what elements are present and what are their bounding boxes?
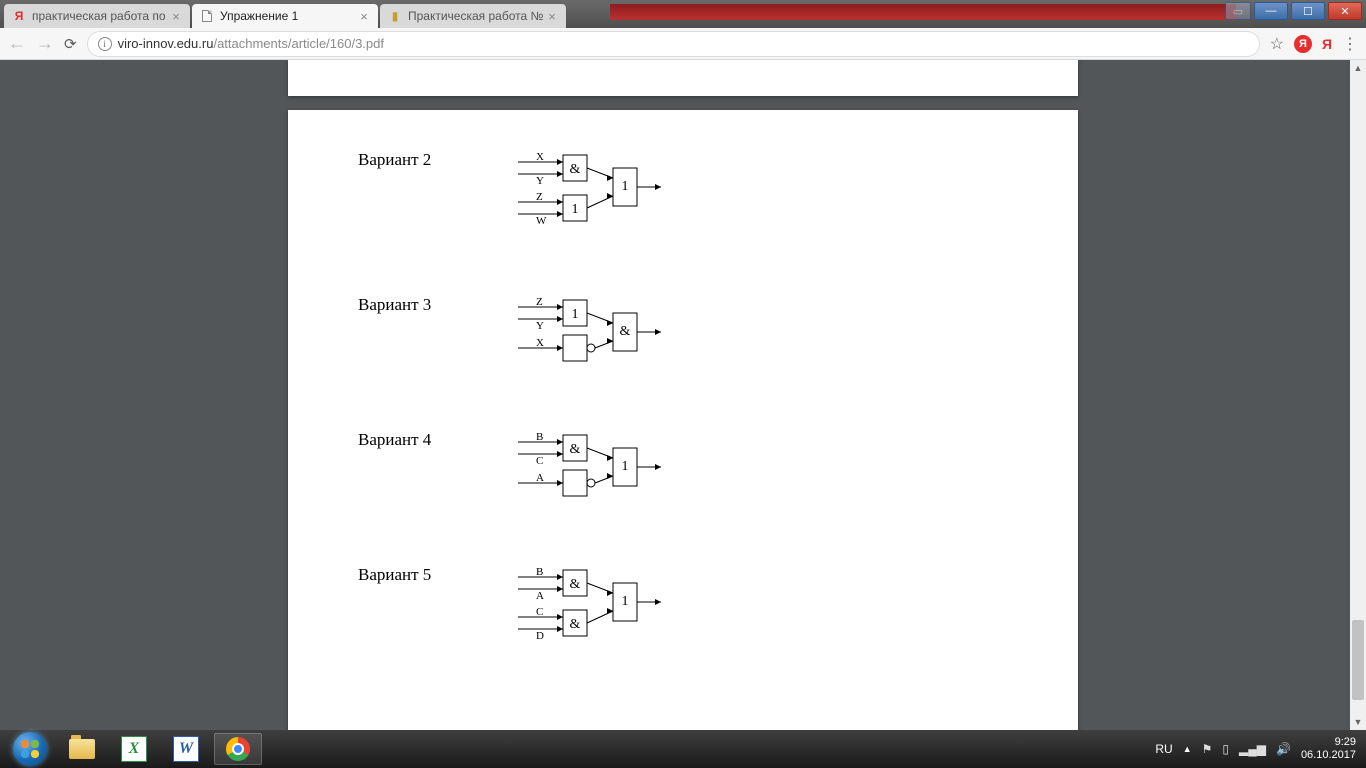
logic-circuit: 1 ZYX & (518, 295, 688, 375)
svg-text:Z: Z (536, 296, 543, 308)
svg-text:Y: Y (536, 320, 544, 332)
forward-button[interactable]: → (36, 33, 54, 54)
svg-text:1: 1 (622, 594, 629, 609)
circuit-diagram: & BCA 1 (518, 430, 688, 515)
close-icon[interactable]: × (170, 9, 182, 24)
logic-circuit: & XY 1 ZW 1 (518, 150, 688, 240)
pdf-page: Вариант 2&XY1ZW1Вариант 31ZYX&Вариант 4&… (288, 110, 1078, 730)
svg-text:C: C (536, 606, 543, 618)
svg-text:1: 1 (622, 459, 629, 474)
circuit-diagram: & XY 1 ZW 1 (518, 150, 688, 245)
svg-text:C: C (536, 455, 543, 467)
yandex-extension-icon[interactable]: Я (1294, 35, 1312, 53)
svg-text:Y: Y (536, 175, 544, 187)
obscured-tabs-strip (610, 4, 1236, 20)
word-button[interactable]: W (162, 733, 210, 765)
browser-tab[interactable]: ▮ Практическая работа № × (380, 4, 566, 28)
chrome-button[interactable] (214, 733, 262, 765)
favicon-icon: ▮ (388, 9, 402, 23)
action-center-icon[interactable]: ▯ (1222, 742, 1229, 756)
url-text: viro-innov.edu.ru/attachments/article/16… (118, 36, 384, 51)
back-button[interactable]: ← (8, 33, 26, 54)
svg-text:A: A (536, 472, 544, 484)
svg-text:B: B (536, 566, 543, 578)
scroll-down-button[interactable]: ▼ (1350, 714, 1366, 730)
browser-tabbar: Я практическая работа по × Упражнение 1 … (0, 0, 1366, 28)
svg-text:X: X (536, 337, 544, 349)
svg-text:X: X (536, 151, 544, 163)
pdf-page-strip: Вариант 2&XY1ZW1Вариант 31ZYX&Вариант 4&… (288, 60, 1078, 730)
scrollbar[interactable]: ▲ ▼ (1350, 60, 1366, 730)
pdf-viewport[interactable]: Вариант 2&XY1ZW1Вариант 31ZYX&Вариант 4&… (0, 60, 1366, 730)
tray-overflow-icon[interactable]: ▲ (1183, 744, 1192, 754)
yandex-letter-icon[interactable]: Я (1322, 36, 1332, 52)
scroll-up-button[interactable]: ▲ (1350, 60, 1366, 76)
circuit-diagram: & BA & CD 1 (518, 565, 688, 660)
variant-row: Вариант 3 1 ZYX & (358, 295, 1008, 380)
tab-title: Практическая работа № (408, 9, 546, 23)
scrollbar-thumb[interactable] (1352, 620, 1364, 700)
window-minimize-icon[interactable]: ▭ (1225, 2, 1251, 20)
variant-title: Вариант 4 (358, 430, 468, 515)
variant-title: Вариант 5 (358, 565, 468, 660)
reload-button[interactable]: ⟳ (64, 35, 77, 53)
browser-menu-button[interactable]: ⋮ (1342, 34, 1358, 54)
logic-circuit: & BCA 1 (518, 430, 688, 510)
logic-circuit: & BA & CD 1 (518, 565, 688, 655)
folder-icon (69, 739, 95, 759)
address-bar[interactable]: i viro-innov.edu.ru/attachments/article/… (87, 31, 1260, 57)
yandex-icon: Я (12, 9, 26, 23)
flag-icon[interactable]: ⚑ (1202, 742, 1213, 756)
close-button[interactable]: ✕ (1328, 2, 1362, 20)
start-button[interactable] (6, 733, 54, 765)
svg-text:1: 1 (572, 202, 579, 217)
close-icon[interactable]: × (546, 9, 558, 24)
word-icon: W (173, 736, 199, 762)
window-controls: ▭ — ☐ ✕ (1225, 2, 1362, 20)
variant-row: Вариант 2 & XY 1 ZW 1 (358, 150, 1008, 245)
svg-text:B: B (536, 431, 543, 443)
svg-text:1: 1 (572, 307, 579, 322)
browser-tab[interactable]: Упражнение 1 × (192, 4, 378, 28)
document-icon (200, 9, 214, 23)
system-tray: RU ▲ ⚑ ▯ ▂▄▆ 🔊 9:29 06.10.2017 (1155, 736, 1360, 762)
minimize-button[interactable]: — (1254, 2, 1288, 20)
svg-text:W: W (536, 215, 547, 227)
file-explorer-button[interactable] (58, 733, 106, 765)
variant-title: Вариант 3 (358, 295, 468, 380)
tab-title: практическая работа по (32, 9, 170, 23)
close-icon[interactable]: × (358, 9, 370, 24)
excel-button[interactable]: X (110, 733, 158, 765)
svg-text:D: D (536, 630, 544, 642)
variant-row: Вариант 5 & BA & CD 1 (358, 565, 1008, 660)
browser-tab[interactable]: Я практическая работа по × (4, 4, 190, 28)
site-info-icon[interactable]: i (98, 37, 112, 51)
maximize-button[interactable]: ☐ (1291, 2, 1325, 20)
browser-toolbar: ← → ⟳ i viro-innov.edu.ru/attachments/ar… (0, 28, 1366, 60)
svg-text:A: A (536, 590, 544, 602)
excel-icon: X (121, 736, 147, 762)
svg-text:&: & (570, 577, 581, 592)
tab-title: Упражнение 1 (220, 9, 358, 23)
svg-text:&: & (620, 324, 631, 339)
language-indicator[interactable]: RU (1155, 742, 1172, 756)
variant-row: Вариант 4 & BCA 1 (358, 430, 1008, 515)
pdf-page-previous (288, 60, 1078, 96)
variant-title: Вариант 2 (358, 150, 468, 245)
svg-text:&: & (570, 617, 581, 632)
svg-text:1: 1 (622, 179, 629, 194)
circuit-diagram: 1 ZYX & (518, 295, 688, 380)
svg-text:&: & (570, 442, 581, 457)
svg-text:&: & (570, 162, 581, 177)
windows-taskbar: X W RU ▲ ⚑ ▯ ▂▄▆ 🔊 9:29 06.10.2017 (0, 730, 1366, 768)
chrome-icon (226, 737, 250, 761)
svg-text:Z: Z (536, 191, 543, 203)
network-icon[interactable]: ▂▄▆ (1239, 742, 1266, 756)
bookmark-icon[interactable]: ☆ (1270, 34, 1284, 54)
clock[interactable]: 9:29 06.10.2017 (1301, 736, 1360, 762)
volume-icon[interactable]: 🔊 (1276, 742, 1291, 756)
